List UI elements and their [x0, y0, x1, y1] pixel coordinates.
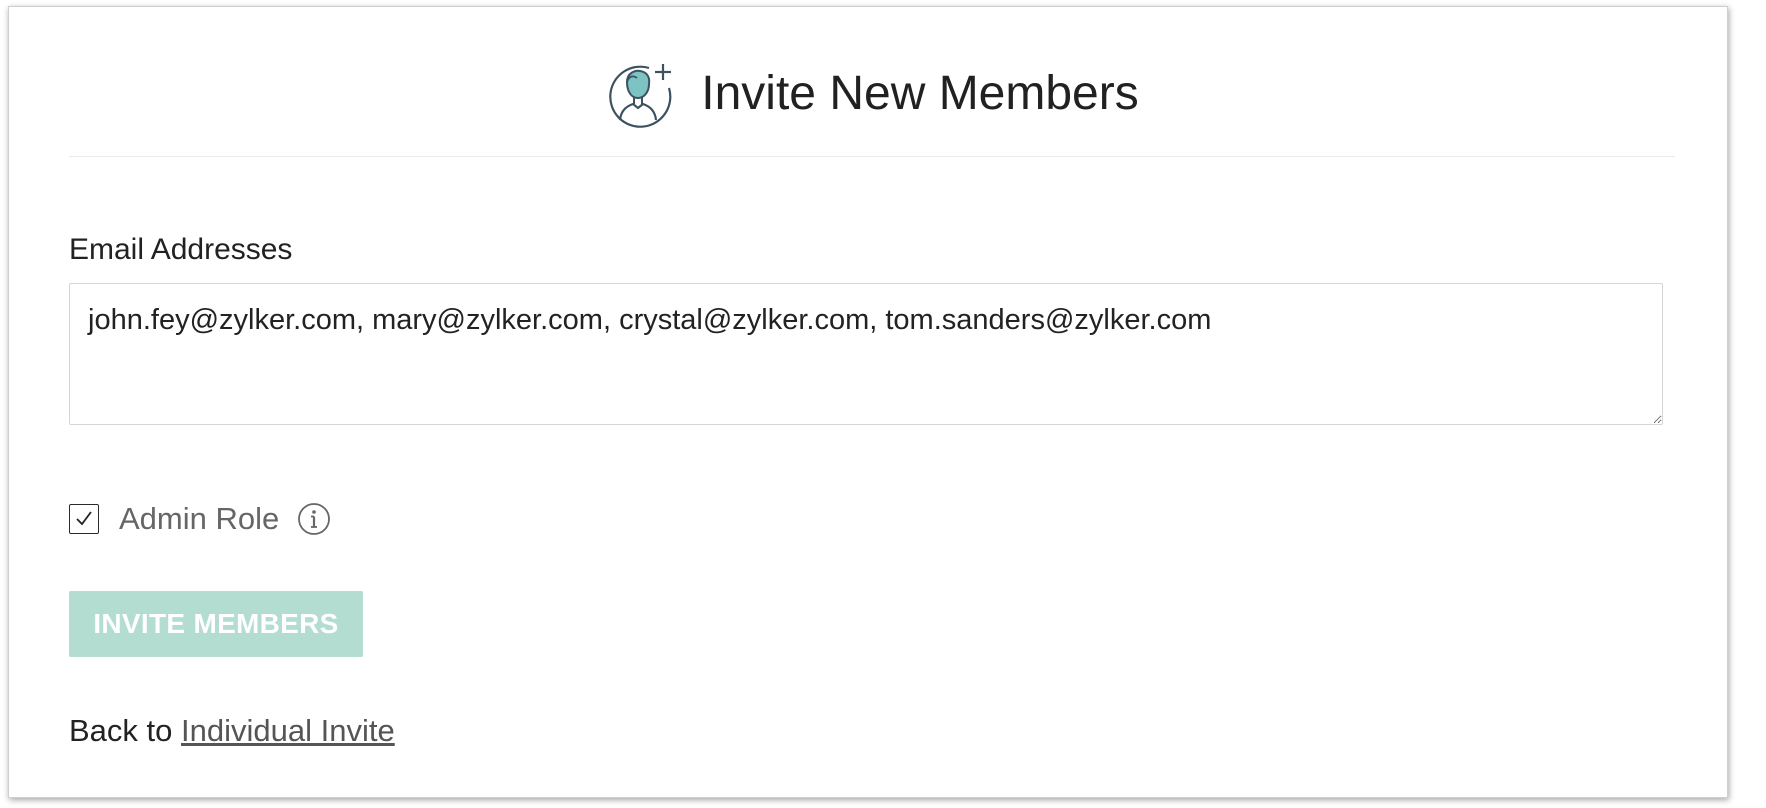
email-addresses-label: Email Addresses — [69, 233, 293, 266]
back-prefix-text: Back to — [69, 713, 173, 748]
header-content: Invite New Members — [69, 59, 1675, 129]
add-user-icon — [605, 58, 677, 130]
info-icon[interactable] — [279, 502, 331, 536]
invite-members-button[interactable]: INVITE MEMBERS — [69, 591, 363, 657]
individual-invite-link[interactable]: Individual Invite — [181, 713, 395, 748]
dialog-header: Invite New Members — [69, 7, 1675, 157]
back-navigation: Back to Individual Invite — [69, 713, 395, 749]
admin-role-label: Admin Role — [119, 501, 280, 536]
email-addresses-input[interactable]: john.fey@zylker.com, mary@zylker.com, cr… — [69, 283, 1663, 425]
admin-role-checkbox[interactable] — [69, 504, 99, 534]
admin-role-row: Admin Role — [69, 499, 331, 539]
invite-members-card: Invite New Members Email Addresses john.… — [8, 6, 1728, 798]
checkmark-icon — [76, 511, 92, 526]
page-title: Invite New Members — [701, 67, 1139, 120]
